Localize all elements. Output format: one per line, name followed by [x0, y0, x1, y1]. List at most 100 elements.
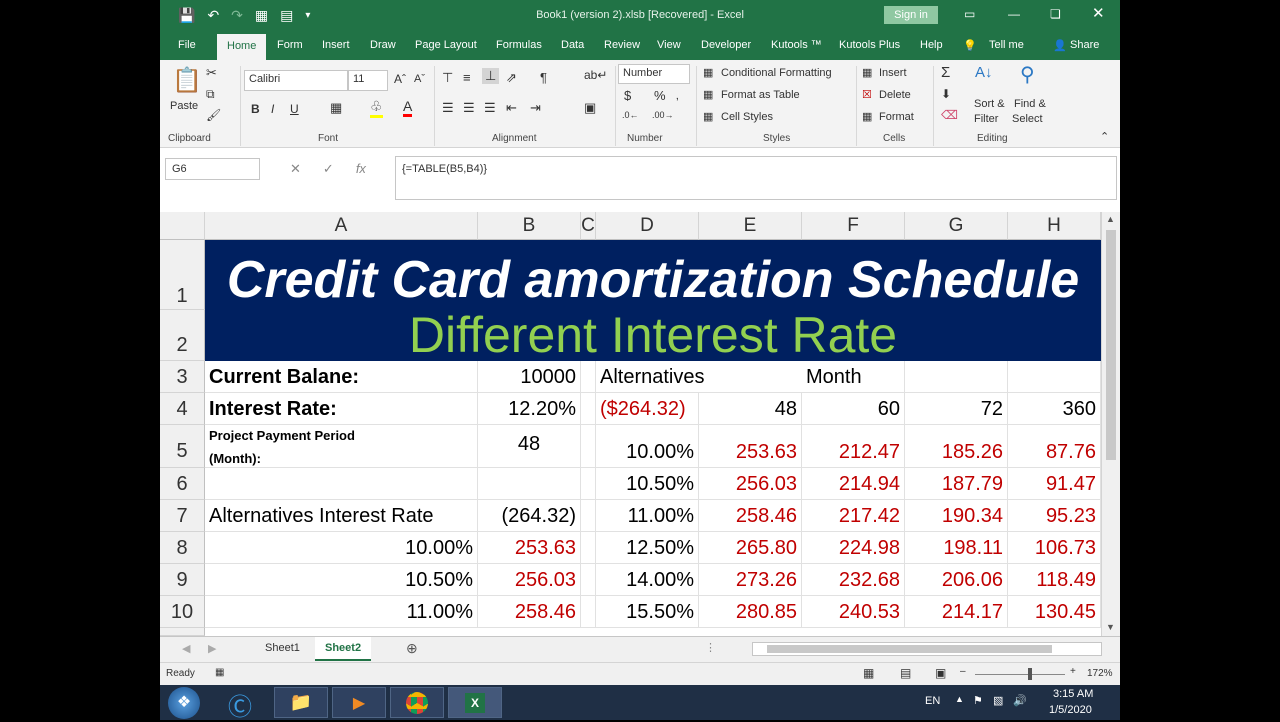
align-center-icon[interactable]: ☰ [463, 100, 475, 116]
clear-icon[interactable]: ⌫ [941, 108, 958, 122]
row-header-10[interactable]: 10 [160, 596, 205, 628]
tab-kutools-plus[interactable]: Kutools Plus [839, 39, 900, 51]
cell-f7[interactable]: 217.42 [802, 500, 905, 532]
cell-styles-button[interactable]: Cell Styles [721, 111, 773, 123]
column-header-a[interactable]: A [205, 212, 478, 240]
cell-f4[interactable]: 60 [802, 393, 905, 425]
tab-view[interactable]: View [657, 39, 681, 51]
internet-explorer-icon[interactable]: Ⓒ [228, 687, 252, 722]
next-sheet-icon[interactable]: ▶ [208, 642, 216, 655]
minimize-icon[interactable]: — [1008, 7, 1020, 21]
cell-c10[interactable] [581, 596, 596, 628]
vertical-scrollbar[interactable]: ▲ ▼ [1101, 212, 1120, 636]
clock-time[interactable]: 3:15 AM [1053, 688, 1093, 700]
increase-indent-icon[interactable]: ⇥ [530, 100, 541, 116]
tab-review[interactable]: Review [604, 39, 640, 51]
cell-b3[interactable]: 10000 [478, 361, 581, 393]
font-color-icon[interactable]: A [403, 98, 413, 117]
row-header-11[interactable] [160, 628, 205, 636]
prev-sheet-icon[interactable]: ◀ [182, 642, 190, 655]
cut-icon[interactable]: ✂ [206, 65, 217, 81]
find-select-icon[interactable]: ⚲ [1020, 62, 1035, 87]
bold-icon[interactable]: B [251, 102, 260, 116]
find-select-button-line2[interactable]: Select [1012, 113, 1043, 125]
cell-g4[interactable]: 72 [905, 393, 1008, 425]
cell-b9[interactable]: 256.03 [478, 564, 581, 596]
cell-f10[interactable]: 240.53 [802, 596, 905, 628]
scroll-up-icon[interactable]: ▲ [1106, 214, 1115, 224]
page-layout-view-icon[interactable]: ▤ [900, 666, 911, 680]
print-preview-icon[interactable]: ▤ [280, 7, 293, 24]
undo-icon[interactable]: ↶ [207, 7, 219, 24]
merge-center-icon[interactable]: ▣ [584, 100, 596, 116]
cell-c3[interactable] [581, 361, 596, 393]
cell-a6[interactable] [205, 468, 478, 500]
cell-a10[interactable]: 11.00% [205, 596, 478, 628]
cell-f5[interactable]: 212.47 [802, 425, 905, 468]
cell-c5[interactable] [581, 425, 596, 468]
cell-h7[interactable]: 95.23 [1008, 500, 1101, 532]
row-header-7[interactable]: 7 [160, 500, 205, 532]
cell-b5[interactable]: 48 [478, 425, 581, 468]
cell-e6[interactable]: 256.03 [699, 468, 802, 500]
insert-function-icon[interactable]: fx [356, 161, 366, 177]
cell-a3[interactable]: Current Balane: [205, 361, 478, 393]
middle-align-icon[interactable]: ≡ [463, 70, 471, 85]
clock-date[interactable]: 1/5/2020 [1049, 704, 1092, 716]
decrease-decimal-icon[interactable]: .00→ [652, 110, 674, 120]
cell-f8[interactable]: 224.98 [802, 532, 905, 564]
sort-filter-button-line2[interactable]: Filter [974, 113, 998, 125]
cell-h3[interactable] [1008, 361, 1101, 393]
collapse-ribbon-icon[interactable]: ⌃ [1100, 130, 1109, 143]
row-header-1[interactable]: 1 [160, 240, 205, 310]
cell-e5[interactable]: 253.63 [699, 425, 802, 468]
cell-g9[interactable]: 206.06 [905, 564, 1008, 596]
file-explorer-icon[interactable]: 📁 [274, 687, 328, 718]
format-as-table-button[interactable]: Format as Table [721, 89, 800, 101]
column-header-h[interactable]: H [1008, 212, 1101, 240]
tab-form[interactable]: Form [277, 39, 303, 51]
column-header-e[interactable]: E [699, 212, 802, 240]
sheet-tab-sheet1[interactable]: Sheet1 [255, 637, 310, 661]
cell-d5[interactable]: 10.00% [596, 425, 699, 468]
zoom-slider-thumb[interactable] [1028, 668, 1032, 680]
cell-h9[interactable]: 118.49 [1008, 564, 1101, 596]
tab-page-layout[interactable]: Page Layout [415, 39, 477, 51]
cell-b8[interactable]: 253.63 [478, 532, 581, 564]
cell-d6[interactable]: 10.50% [596, 468, 699, 500]
tab-formulas[interactable]: Formulas [496, 39, 542, 51]
find-select-button[interactable]: Find & [1014, 98, 1046, 110]
cell-g3[interactable] [905, 361, 1008, 393]
zoom-out-icon[interactable]: – [960, 666, 966, 677]
cell-d10[interactable]: 15.50% [596, 596, 699, 628]
cell-g10[interactable]: 214.17 [905, 596, 1008, 628]
cell-h6[interactable]: 91.47 [1008, 468, 1101, 500]
scroll-down-icon[interactable]: ▼ [1106, 622, 1115, 632]
cell-g8[interactable]: 198.11 [905, 532, 1008, 564]
cell-e4[interactable]: 48 [699, 393, 802, 425]
fill-icon[interactable]: ⬇ [941, 87, 951, 101]
formula-input[interactable]: {=TABLE(B5,B4)} [395, 156, 1117, 200]
row-header-2[interactable]: 2 [160, 310, 205, 361]
paste-button[interactable]: Paste [170, 100, 198, 112]
select-all-corner[interactable] [160, 212, 205, 240]
cell-d7[interactable]: 11.00% [596, 500, 699, 532]
cell-g7[interactable]: 190.34 [905, 500, 1008, 532]
horizontal-scroll-thumb[interactable] [767, 645, 1052, 653]
decrease-font-size-icon[interactable]: Aˇ [414, 73, 425, 85]
sort-filter-button[interactable]: Sort & [974, 98, 1005, 110]
tab-insert[interactable]: Insert [322, 39, 350, 51]
cell-c8[interactable] [581, 532, 596, 564]
wrap-text-icon[interactable]: ab↵ [584, 68, 607, 82]
tab-data[interactable]: Data [561, 39, 584, 51]
cell-d4[interactable]: ($264.32) [596, 393, 699, 425]
sign-in-button[interactable]: Sign in [884, 6, 938, 24]
cell-a4[interactable]: Interest Rate: [205, 393, 478, 425]
horizontal-scrollbar[interactable] [752, 642, 1102, 656]
cell-g6[interactable]: 187.79 [905, 468, 1008, 500]
tell-me-search[interactable]: Tell me [989, 39, 1024, 51]
cell-f6[interactable]: 214.94 [802, 468, 905, 500]
page-break-view-icon[interactable]: ▣ [935, 666, 946, 680]
name-box[interactable]: G6 [165, 158, 260, 180]
row-header-8[interactable]: 8 [160, 532, 205, 564]
